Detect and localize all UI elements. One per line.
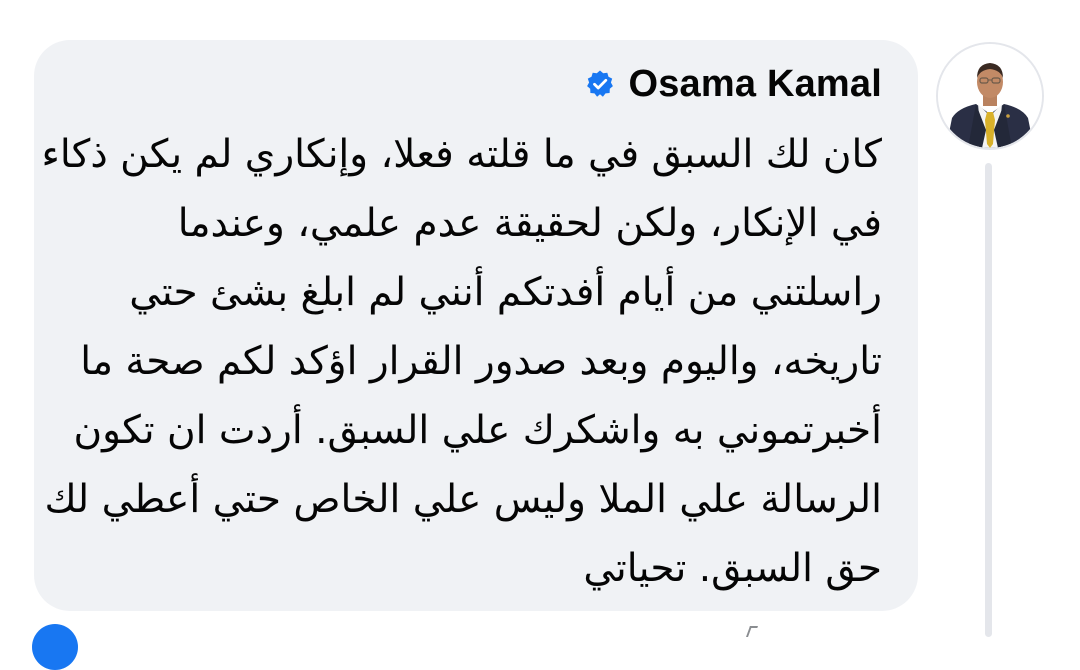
reply-thread-line <box>985 163 992 637</box>
reaction-icon[interactable] <box>32 624 78 670</box>
avatar[interactable] <box>936 42 1044 150</box>
truncated-text-fragment <box>745 626 759 637</box>
verified-badge-icon <box>585 69 615 99</box>
comment-line: أخبرتموني به واشكرك علي السبق. أردت ان ت… <box>73 408 882 453</box>
comment-line: حق السبق. تحياتي <box>583 546 882 591</box>
comment-line: في الإنكار، ولكن لحقيقة عدم علمي، وعندما <box>177 201 882 246</box>
comment-line: تاريخه، واليوم وبعد صدور القرار اؤكد لكم… <box>80 339 882 384</box>
comment-author-name[interactable]: Osama Kamal <box>628 63 882 106</box>
comment-line: الرسالة علي الملا وليس علي الخاص حتي أعط… <box>44 477 882 522</box>
comment-body: كان لك السبق في ما قلته فعلا، وإنكاري لم… <box>41 120 882 603</box>
profile-photo <box>938 44 1042 148</box>
comment-bubble: Osama Kamal كان لك السبق في ما قلته فعلا… <box>34 40 918 611</box>
comment-line: راسلتني من أيام أفدتكم أنني لم ابلغ بشئ … <box>129 270 882 315</box>
comment-line: كان لك السبق في ما قلته فعلا، وإنكاري لم… <box>41 132 882 177</box>
comment-header: Osama Kamal <box>585 60 882 108</box>
